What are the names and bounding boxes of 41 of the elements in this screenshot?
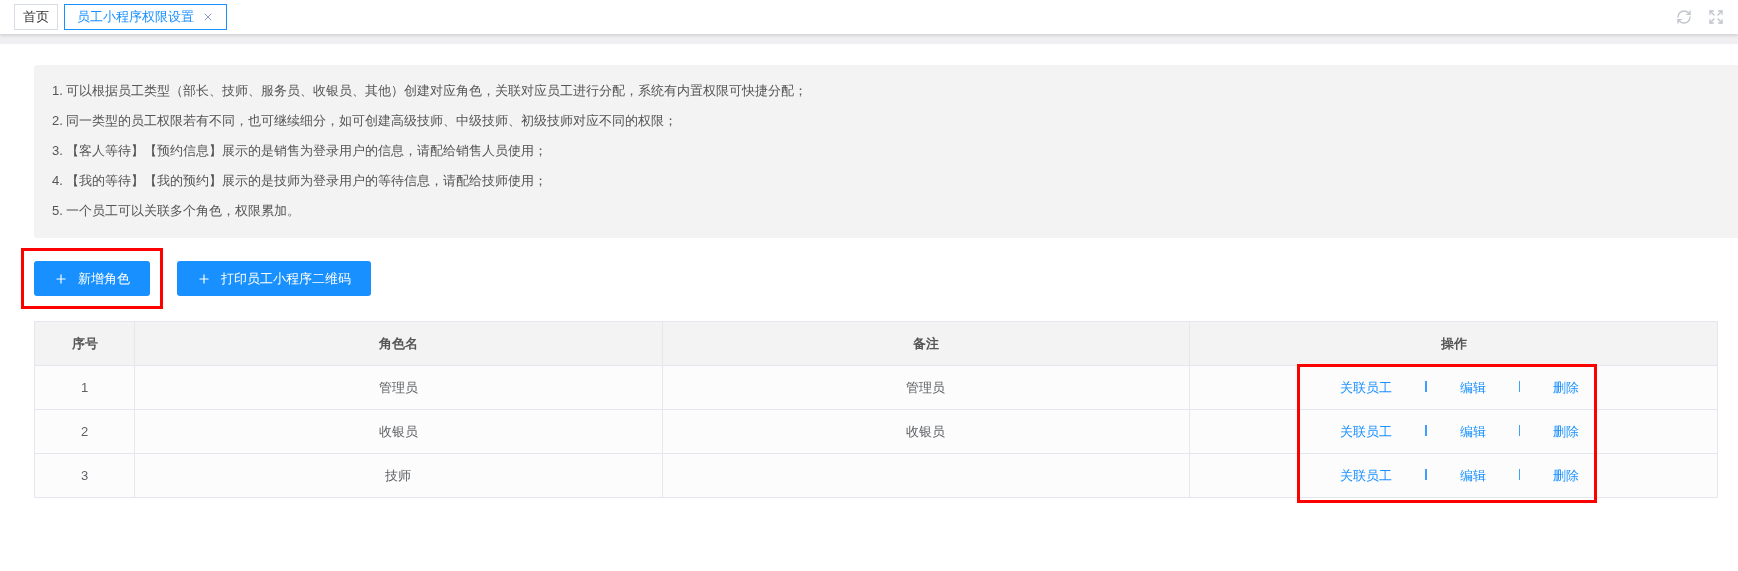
action-link[interactable]: 关联员工: [1340, 465, 1393, 486]
plus-icon: [197, 271, 211, 286]
note-text: 1. 可以根据员工类型（部长、技师、服务员、收银员、其他）创建对应角色，关联对应员工进行分配，系统有内置权限可快捷分配；: [52, 82, 809, 100]
table-cell: 收银员: [662, 409, 1190, 454]
action-link[interactable]: 删除: [1553, 465, 1580, 486]
table-cell: 管理员: [662, 365, 1190, 410]
column-header: 角色名: [134, 321, 663, 366]
table-cell: 收银员: [134, 409, 663, 454]
column-header: 备注: [662, 321, 1190, 366]
fullscreen-icon[interactable]: [1708, 9, 1724, 25]
table-cell: 3: [34, 453, 135, 498]
table-cell: 技师: [134, 453, 663, 498]
separator-line: [1518, 424, 1521, 436]
refresh-icon[interactable]: [1676, 9, 1692, 25]
page-tab[interactable]: 员工小程序权限设置: [64, 4, 227, 30]
note-text: 2. 同一类型的员工权限若有不同，也可继续细分，如可创建高级技师、中级技师、初级技师对应不同的权限；: [52, 112, 679, 130]
table-cell: 管理员: [134, 365, 663, 410]
separator-line: [1425, 468, 1427, 480]
column-header: 操作: [1189, 321, 1718, 366]
page-tab[interactable]: 首页: [14, 4, 58, 30]
separator-line: [1518, 468, 1521, 480]
note-text: 5. 一个员工可以关联多个角色，权限累加。: [52, 202, 302, 220]
table-cell: 2: [34, 409, 135, 454]
action-link[interactable]: 关联员工: [1340, 377, 1393, 398]
action-link[interactable]: 删除: [1553, 377, 1580, 398]
close-icon[interactable]: [202, 11, 214, 23]
plus-icon: [54, 271, 68, 286]
action-link[interactable]: 关联员工: [1340, 421, 1393, 442]
note-text: 3. 【客人等待】【预约信息】展示的是销售为登录用户的信息，请配给销售人员使用；: [52, 142, 549, 160]
action-link[interactable]: 编辑: [1459, 465, 1486, 486]
action-link[interactable]: 删除: [1553, 421, 1580, 442]
column-header: 序号: [34, 321, 135, 366]
table-cell: 1: [34, 365, 135, 410]
note-text: 4. 【我的等待】【我的预约】展示的是技师为登录用户的等待信息，请配给技师使用；: [52, 172, 549, 190]
separator-line: [1518, 380, 1521, 392]
separator-line: [1425, 380, 1427, 392]
action-link[interactable]: 编辑: [1459, 421, 1486, 442]
add-button[interactable]: 新增角色: [34, 261, 150, 296]
action-link[interactable]: 编辑: [1459, 377, 1486, 398]
add-button[interactable]: 打印员工小程序二维码: [177, 261, 371, 296]
separator-line: [1425, 424, 1427, 436]
